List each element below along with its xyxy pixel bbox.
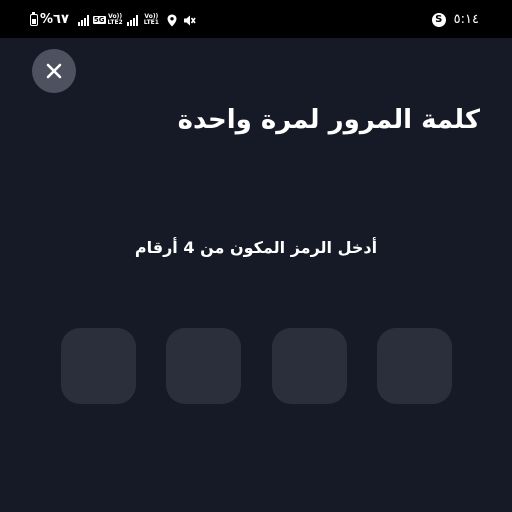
battery-icon — [30, 12, 38, 26]
status-time: ٥:١٤ — [453, 11, 479, 27]
page-title: كلمة المرور لمرة واحدة — [177, 105, 480, 135]
lte1-label: LTE1 — [143, 19, 159, 26]
pin-digit-3[interactable] — [271, 328, 347, 404]
pin-digit-4[interactable] — [376, 328, 452, 404]
status-right: S ٥:١٤ — [431, 11, 479, 27]
mute-icon — [183, 14, 196, 27]
location-icon — [167, 14, 177, 27]
status-bar: %٦٧ 5G Vo)) LTE2 Vo)) LTE1 S ٥:١٤ — [0, 0, 512, 38]
close-button[interactable] — [32, 49, 76, 93]
otp-screen: %٦٧ 5G Vo)) LTE2 Vo)) LTE1 S ٥:١٤ كلمة ا… — [0, 0, 512, 512]
5g-icon: 5G — [92, 16, 106, 24]
s-badge-icon: S — [431, 12, 446, 27]
volte-lte1-indicator: Vo)) LTE1 — [144, 14, 159, 26]
status-left: %٦٧ 5G Vo)) LTE2 Vo)) LTE1 — [30, 12, 196, 27]
volte-lte2-indicator: Vo)) LTE2 — [108, 14, 123, 26]
pin-input-group — [61, 328, 452, 404]
lte2-label: LTE2 — [107, 19, 123, 26]
signal-icon — [126, 14, 138, 26]
pin-digit-1[interactable] — [61, 328, 136, 404]
close-icon — [46, 63, 62, 79]
otp-prompt: أدخل الرمز المكون من 4 أرقام — [134, 238, 378, 257]
signal-icon — [77, 14, 89, 26]
battery-percent: %٦٧ — [40, 12, 69, 27]
pin-digit-2[interactable] — [166, 328, 242, 404]
